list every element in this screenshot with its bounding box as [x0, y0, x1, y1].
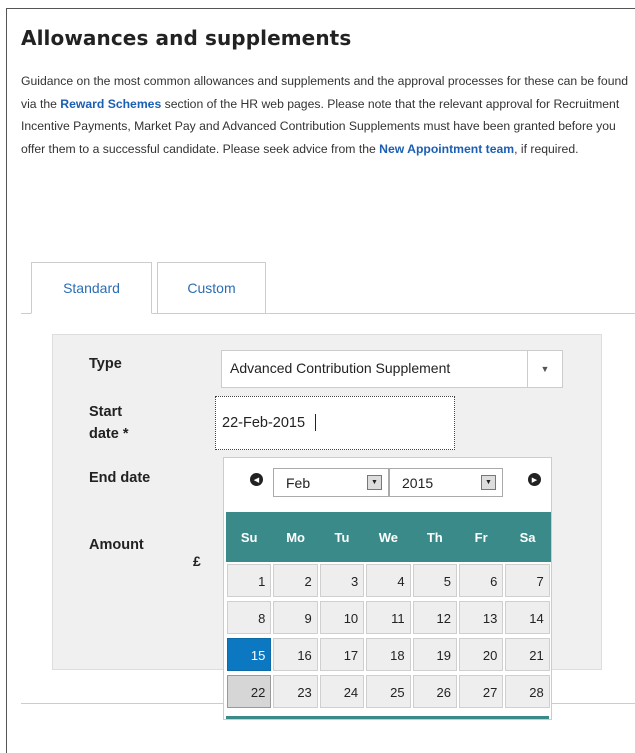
calendar-day[interactable]: 7: [505, 564, 550, 597]
prev-month-icon[interactable]: ◀: [250, 473, 263, 486]
weekday-sunday: Su: [240, 529, 258, 545]
type-select-value: Advanced Contribution Supplement: [230, 360, 451, 376]
tab-standard[interactable]: Standard: [31, 262, 152, 314]
weekday-saturday: Sa: [519, 529, 536, 545]
weekday-monday: Mo: [286, 529, 305, 545]
calendar-day[interactable]: 9: [273, 601, 318, 634]
start-date-label-line1: Start: [89, 404, 123, 420]
calendar-day[interactable]: 27: [458, 675, 504, 708]
reward-schemes-link[interactable]: Reward Schemes: [60, 97, 161, 111]
calendar-week-3: 15 16 17 18 19 20 21: [226, 636, 551, 673]
calendar-day-current[interactable]: 22: [227, 675, 272, 708]
section-title: Allowances and supplements: [21, 26, 352, 50]
calendar-day[interactable]: 13: [458, 601, 504, 634]
calendar-day[interactable]: 14: [505, 601, 550, 634]
start-date-value: 22-Feb-2015: [222, 415, 306, 431]
chevron-down-icon[interactable]: ▼: [527, 351, 562, 387]
end-date-label: End date: [89, 470, 151, 486]
new-appointment-team-link[interactable]: New Appointment team: [379, 142, 514, 156]
calendar-day[interactable]: 5: [412, 564, 457, 597]
calendar-day[interactable]: 25: [366, 675, 411, 708]
guidance-text: Guidance on the most common allowances a…: [21, 70, 633, 160]
calendar-day[interactable]: 3: [319, 564, 365, 597]
calendar-week-4: 22 23 24 25 26 27 28: [226, 673, 551, 710]
calendar-grid: Su Mo Tu We Th Fr Sa 1 2 3 4 5 6 7 8 9 1…: [226, 512, 551, 710]
calendar-day[interactable]: 17: [319, 638, 365, 671]
datepicker-bottom-bar: [226, 716, 549, 719]
start-date-label-line2: date *: [89, 426, 129, 442]
weekday-tuesday: Tu: [334, 529, 350, 545]
calendar-day[interactable]: 20: [458, 638, 504, 671]
month-dropdown-icon[interactable]: ▼: [367, 475, 382, 490]
month-select[interactable]: Feb ▼: [273, 468, 389, 497]
calendar-day[interactable]: 8: [227, 601, 272, 634]
calendar-day[interactable]: 10: [319, 601, 365, 634]
calendar-day[interactable]: 28: [505, 675, 550, 708]
datepicker-header: ◀ Feb ▼ 2015 ▼ ▶: [224, 458, 551, 510]
calendar-day[interactable]: 24: [319, 675, 365, 708]
year-dropdown-icon[interactable]: ▼: [481, 475, 496, 490]
calendar-day[interactable]: 16: [273, 638, 318, 671]
month-value: Feb: [286, 475, 311, 491]
currency-symbol: £: [193, 553, 201, 569]
calendar-day[interactable]: 12: [412, 601, 457, 634]
calendar-day[interactable]: 26: [412, 675, 457, 708]
calendar-day[interactable]: 6: [458, 564, 504, 597]
weekday-thursday: Th: [426, 529, 443, 545]
calendar-day[interactable]: 11: [366, 601, 411, 634]
year-select[interactable]: 2015 ▼: [389, 468, 503, 497]
type-select[interactable]: Advanced Contribution Supplement ▼: [221, 350, 563, 388]
calendar-day[interactable]: 2: [273, 564, 318, 597]
year-value: 2015: [402, 475, 434, 491]
type-label: Type: [89, 356, 122, 372]
calendar-day[interactable]: 1: [227, 564, 272, 597]
weekday-friday: Fr: [474, 529, 488, 545]
amount-label: Amount: [89, 537, 144, 553]
calendar-day-highlighted[interactable]: 15: [227, 638, 272, 671]
calendar-day[interactable]: 23: [273, 675, 318, 708]
calendar-day[interactable]: 21: [505, 638, 550, 671]
tab-custom[interactable]: Custom: [157, 262, 266, 313]
calendar-day[interactable]: 19: [412, 638, 457, 671]
next-month-icon[interactable]: ▶: [528, 473, 541, 486]
guidance-part-3: , if required.: [514, 141, 579, 156]
weekday-wednesday: We: [378, 529, 398, 545]
datepicker-popup: ◀ Feb ▼ 2015 ▼ ▶ Su Mo Tu We Th Fr Sa 1 …: [223, 457, 552, 720]
text-cursor: [315, 414, 316, 431]
weekday-header-row: Su Mo Tu We Th Fr Sa: [226, 512, 551, 562]
calendar-week-1: 1 2 3 4 5 6 7: [226, 562, 551, 599]
calendar-day[interactable]: 18: [366, 638, 411, 671]
calendar-week-2: 8 9 10 11 12 13 14: [226, 599, 551, 636]
start-date-input[interactable]: 22-Feb-2015: [215, 396, 455, 450]
calendar-day[interactable]: 4: [366, 564, 411, 597]
